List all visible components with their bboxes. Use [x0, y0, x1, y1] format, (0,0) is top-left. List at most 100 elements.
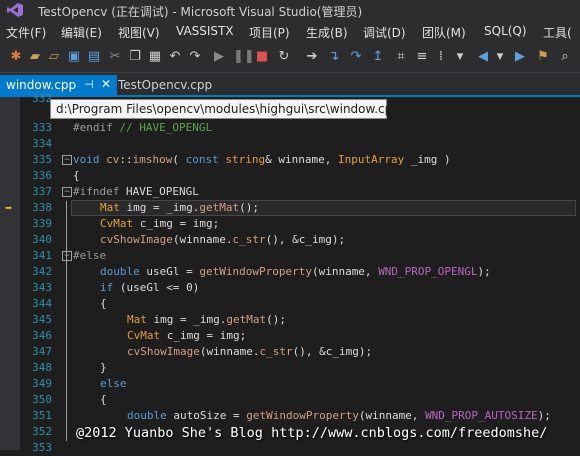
- title-bar: TestOpencv (正在调试) - Microsoft Visual Stu…: [0, 0, 580, 20]
- navigate-forward-icon[interactable]: ▶: [512, 49, 528, 65]
- restart-icon[interactable]: ↻: [276, 49, 292, 65]
- code-text: CvMat c_img = img;: [100, 217, 220, 230]
- blog-watermark: @2012 Yuanbo She's Blog http://www.cnblo…: [76, 425, 548, 441]
- code-line: 345 Mat img = _img.getMat();: [0, 312, 580, 328]
- step-into-icon[interactable]: ↴: [326, 49, 342, 65]
- break-all-icon[interactable]: ❚❚: [233, 49, 255, 65]
- tab-label: window.cpp: [6, 78, 77, 92]
- line-number: 351: [32, 409, 52, 422]
- instruction-pointer-icon: ➡: [5, 201, 13, 215]
- line-number: 338: [32, 201, 52, 214]
- code-editor[interactable]: 332 333 #endif // HAVE_OPENGL 334 335 − …: [0, 92, 580, 454]
- code-text: #else: [73, 249, 107, 262]
- hex-display-icon[interactable]: ⌗: [393, 49, 409, 65]
- file-path-tooltip: d:\Program Files\opencv\modules\highgui\…: [50, 99, 400, 119]
- code-text: Mat img = _img.getMat();: [100, 201, 259, 214]
- step-out-icon[interactable]: ↥: [370, 49, 386, 65]
- code-line: 334: [0, 136, 580, 152]
- code-line: 348 }: [0, 360, 580, 376]
- stop-debugging-icon[interactable]: ■: [254, 49, 270, 65]
- continue-icon[interactable]: ▶: [211, 49, 227, 65]
- line-number: 348: [32, 361, 52, 374]
- code-text: #ifndef HAVE_OPENGL: [73, 185, 199, 198]
- code-text: CvMat c_img = img;: [127, 329, 247, 342]
- menu-project[interactable]: 项目(P): [249, 24, 290, 41]
- code-text: {: [73, 169, 80, 182]
- code-line: 341 − #else: [0, 248, 580, 264]
- navigate-backward-icon[interactable]: ◀: [475, 49, 491, 65]
- line-number: 345: [32, 313, 52, 326]
- line-number: 337: [32, 185, 52, 198]
- code-line: 353: [0, 440, 580, 456]
- menu-tools[interactable]: 工具(: [543, 24, 572, 41]
- menu-debug[interactable]: 调试(D): [363, 24, 406, 41]
- code-line: 351 double autoSize = getWindowProperty(…: [0, 408, 580, 424]
- find-icon[interactable]: ⌕: [557, 49, 573, 65]
- code-text: #endif // HAVE_OPENGL: [73, 121, 213, 134]
- menu-bar: 文件(F) 编辑(E) 视图(V) VASSISTX 项目(P) 生成(B) 调…: [0, 20, 580, 42]
- menu-file[interactable]: 文件(F): [6, 24, 46, 41]
- menu-team[interactable]: 团队(M): [422, 24, 466, 41]
- collapse-icon[interactable]: −: [62, 251, 72, 261]
- code-line: 342 double useGl = getWindowProperty(win…: [0, 264, 580, 280]
- code-line: 349 else: [0, 376, 580, 392]
- line-number: 344: [32, 297, 52, 310]
- line-number: 339: [32, 217, 52, 230]
- cut-icon[interactable]: ✂: [107, 49, 123, 65]
- tab-testopencv-cpp[interactable]: TestOpencv.cpp: [118, 78, 212, 92]
- line-number: 342: [32, 265, 52, 278]
- code-line: 343 if (useGl <= 0): [0, 280, 580, 296]
- code-text: cvShowImage(winname.c_str(), &c_img);: [127, 345, 373, 358]
- step-over-icon[interactable]: ↷: [348, 49, 364, 65]
- code-line: 333 #endif // HAVE_OPENGL: [0, 120, 580, 136]
- code-text: }: [100, 361, 107, 374]
- open-folder-icon[interactable]: ▱: [46, 49, 62, 65]
- window-title: TestOpencv (正在调试) - Microsoft Visual Stu…: [38, 5, 363, 19]
- line-number: 340: [32, 233, 52, 246]
- code-text: if (useGl <= 0): [100, 281, 200, 294]
- current-code-line: ➡ 338 Mat img = _img.getMat();: [0, 200, 580, 216]
- code-text: double autoSize = getWindowProperty(winn…: [127, 409, 551, 422]
- paste-icon[interactable]: ▦: [147, 49, 163, 65]
- line-number: 332: [32, 92, 52, 105]
- code-text: void cv::imshow( const string& winname, …: [73, 153, 451, 166]
- visual-studio-logo-icon: [7, 3, 23, 17]
- debug-settings-icon[interactable]: ✱: [8, 49, 24, 65]
- undo-icon[interactable]: ↶: [167, 49, 183, 65]
- menu-sql[interactable]: SQL(Q): [484, 24, 527, 38]
- line-number: 341: [32, 249, 52, 262]
- code-text: cvShowImage(winname.c_str(), &c_img);: [100, 233, 346, 246]
- open-file-icon[interactable]: ▰: [27, 49, 43, 65]
- menu-vassistx[interactable]: VASSISTX: [176, 24, 234, 38]
- copy-icon[interactable]: ❐: [127, 49, 143, 65]
- bookmark-icon[interactable]: ⚑: [535, 49, 551, 65]
- line-number: 336: [32, 169, 52, 182]
- collapse-icon[interactable]: −: [62, 155, 72, 165]
- menu-edit[interactable]: 编辑(E): [61, 24, 102, 41]
- save-icon[interactable]: ▣: [66, 49, 82, 65]
- show-next-statement-icon[interactable]: ➔: [304, 49, 320, 65]
- line-number: 352: [32, 425, 52, 438]
- code-text: double useGl = getWindowProperty(winname…: [100, 265, 491, 278]
- code-line: 344 {: [0, 296, 580, 312]
- pin-icon[interactable]: ⊣: [84, 78, 94, 91]
- navigate-dropdown-icon[interactable]: ▾: [492, 49, 508, 65]
- code-line: 340 cvShowImage(winname.c_str(), &c_img)…: [0, 232, 580, 248]
- toolbar-overflow-icon[interactable]: ▾: [452, 49, 468, 65]
- line-number: 349: [32, 377, 52, 390]
- line-number: 334: [32, 137, 52, 150]
- code-line: 336 {: [0, 168, 580, 184]
- code-text: else: [100, 377, 127, 390]
- threads-icon[interactable]: ≡: [414, 49, 430, 65]
- code-line: 346 CvMat c_img = img;: [0, 328, 580, 344]
- close-icon[interactable]: ✕: [101, 77, 111, 91]
- menu-build[interactable]: 生成(B): [306, 24, 348, 41]
- code-line: 339 CvMat c_img = img;: [0, 216, 580, 232]
- redo-icon[interactable]: ↷: [187, 49, 203, 65]
- menu-view[interactable]: 视图(V): [118, 24, 160, 41]
- code-text: Mat img = _img.getMat();: [127, 313, 286, 326]
- code-line: 335 − void cv::imshow( const string& win…: [0, 152, 580, 168]
- toolbar-options-icon[interactable]: ⁞: [433, 49, 449, 65]
- save-all-icon[interactable]: ▤: [86, 49, 102, 65]
- collapse-icon[interactable]: −: [62, 187, 72, 197]
